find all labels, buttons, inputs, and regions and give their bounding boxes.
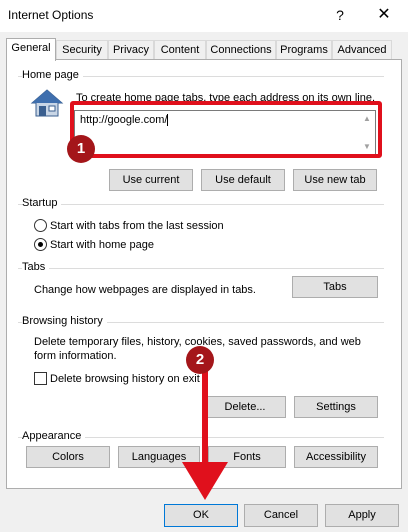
home-page-instruction: To create home page tabs, type each addr… <box>76 92 376 104</box>
scroll-down-icon[interactable]: ▼ <box>361 141 373 153</box>
accessibility-button[interactable]: Accessibility <box>294 446 378 468</box>
browsing-history-label: Browsing history <box>22 315 107 327</box>
apply-button[interactable]: Apply <box>325 504 399 527</box>
tab-programs[interactable]: Programs <box>276 40 332 60</box>
tabs-divider <box>18 268 384 269</box>
ok-button[interactable]: OK <box>164 504 238 527</box>
delete-button[interactable]: Delete... <box>204 396 286 418</box>
tabs-section-label: Tabs <box>22 261 50 273</box>
window-title: Internet Options <box>8 8 94 22</box>
delete-on-exit-checkbox[interactable] <box>34 372 47 385</box>
use-current-button[interactable]: Use current <box>109 169 193 191</box>
delete-on-exit-label: Delete browsing history on exit <box>50 373 200 385</box>
radio-last-session-label: Start with tabs from the last session <box>50 220 224 232</box>
languages-button[interactable]: Languages <box>118 446 200 468</box>
home-page-label: Home page <box>22 69 83 81</box>
close-button[interactable]: ✕ <box>370 4 398 26</box>
step-2-badge: 2 <box>186 346 214 374</box>
use-default-button[interactable]: Use default <box>201 169 285 191</box>
cancel-button[interactable]: Cancel <box>244 504 318 527</box>
title-bar: Internet Options ? ✕ <box>0 0 408 32</box>
tab-content[interactable]: Content <box>154 40 206 60</box>
home-page-url-input[interactable]: http://google.com/ ▲ ▼ <box>74 110 376 156</box>
settings-button[interactable]: Settings <box>294 396 378 418</box>
appearance-label: Appearance <box>22 430 86 442</box>
radio-home-page[interactable] <box>34 238 47 251</box>
tab-general[interactable]: General <box>6 38 56 61</box>
tab-advanced[interactable]: Advanced <box>332 40 392 60</box>
tab-security[interactable]: Security <box>56 40 108 60</box>
scroll-up-icon[interactable]: ▲ <box>361 113 373 125</box>
colors-button[interactable]: Colors <box>26 446 110 468</box>
tab-connections[interactable]: Connections <box>206 40 276 60</box>
startup-divider <box>18 204 384 205</box>
tabs-button[interactable]: Tabs <box>292 276 378 298</box>
radio-home-page-label: Start with home page <box>50 239 154 251</box>
help-button[interactable]: ? <box>326 4 354 26</box>
fonts-button[interactable]: Fonts <box>208 446 286 468</box>
text-cursor <box>167 114 169 127</box>
use-new-tab-button[interactable]: Use new tab <box>293 169 377 191</box>
radio-last-session[interactable] <box>34 219 47 232</box>
step-1-badge: 1 <box>67 135 95 163</box>
home-page-url-value: http://google.com/ <box>80 114 168 126</box>
tab-privacy[interactable]: Privacy <box>108 40 154 60</box>
startup-label: Startup <box>22 197 62 209</box>
house-icon <box>30 88 64 118</box>
tabs-description: Change how webpages are displayed in tab… <box>34 284 256 296</box>
